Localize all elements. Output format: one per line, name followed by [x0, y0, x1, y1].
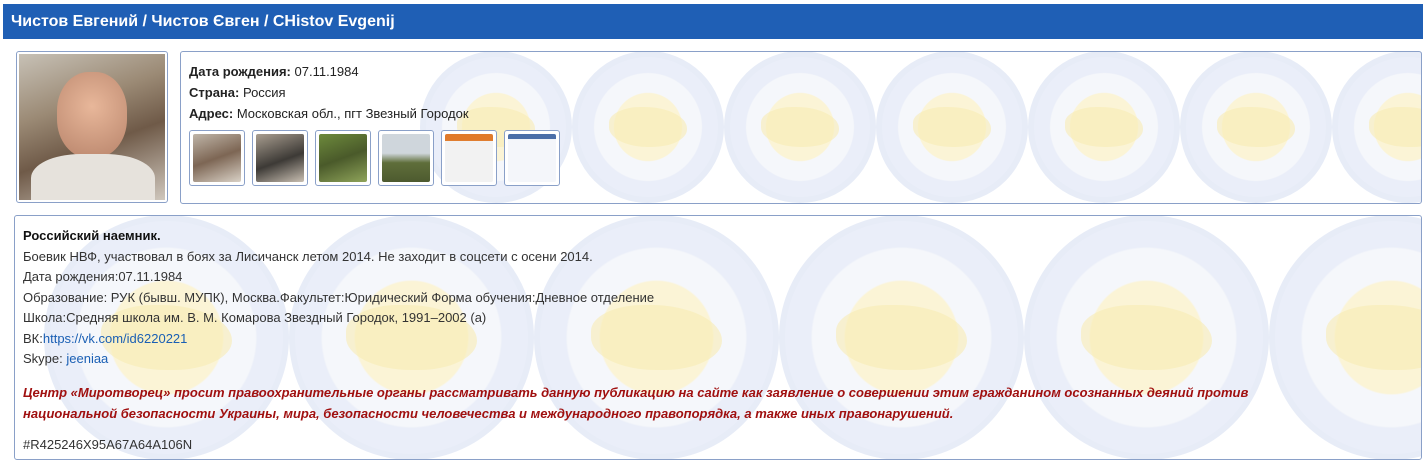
- country-label: Страна:: [189, 85, 240, 100]
- birth-label: Дата рождения:: [189, 64, 291, 79]
- description-title: Российский наемник.: [23, 228, 161, 243]
- thumbnail-2[interactable]: [252, 130, 308, 186]
- record-hash: #R425246X95A67A64A106N: [23, 436, 193, 452]
- thumbnail-6[interactable]: [504, 130, 560, 186]
- vk-link[interactable]: https://vk.com/id6220221: [43, 331, 188, 346]
- profile-photo[interactable]: [16, 51, 168, 203]
- description-panel: Российский наемник. Боевик НВФ, участвов…: [14, 215, 1422, 460]
- warning-text: Центр «Миротворец» просит правоохранител…: [23, 384, 1249, 421]
- vk-label: ВК:: [23, 330, 43, 346]
- profile-title: Чистов Евгений / Чистов Євген / CHistov …: [3, 4, 1423, 39]
- address-value: Московская обл., пгт Звезный Городок: [236, 106, 469, 121]
- country-value: Россия: [242, 85, 286, 100]
- description-line-1: Боевик НВФ, участвовал в боях за Лисичан…: [23, 248, 593, 264]
- info-lines: Дата рождения: 07.11.1984 Страна: Россия…: [189, 61, 469, 124]
- skype-label: Skype:: [23, 351, 67, 366]
- description-line-3: Образование: РУК (бывш. МУПК), Москва.Фа…: [23, 289, 655, 305]
- thumbnail-5[interactable]: [441, 130, 497, 186]
- address-label: Адрес:: [189, 106, 234, 121]
- skype-link[interactable]: jeeniaa: [66, 351, 108, 366]
- country-row: Страна: Россия: [189, 82, 469, 103]
- description-line-2: Дата рождения:07.11.1984: [23, 269, 183, 284]
- portrait-image: [19, 54, 165, 200]
- address-row: Адрес: Московская обл., пгт Звезный Горо…: [189, 103, 469, 124]
- thumbnail-3[interactable]: [315, 130, 371, 186]
- thumbnail-4[interactable]: [378, 130, 434, 186]
- skype-row: Skype: jeeniaa: [23, 349, 1343, 370]
- birth-row: Дата рождения: 07.11.1984: [189, 61, 469, 82]
- birth-value: 07.11.1984: [294, 64, 359, 79]
- profile-name: Чистов Евгений / Чистов Євген / CHistov …: [11, 12, 395, 30]
- thumbnail-1[interactable]: [189, 130, 245, 186]
- vk-row: ВК:https://vk.com/id6220221: [23, 329, 1343, 350]
- photo-thumbnails: [189, 130, 560, 186]
- info-panel: Дата рождения: 07.11.1984 Страна: Россия…: [180, 51, 1422, 204]
- description-text: Российский наемник. Боевик НВФ, участвов…: [23, 226, 1343, 455]
- face-shape: [57, 72, 127, 158]
- shirt-shape: [31, 154, 155, 200]
- description-line-4: Школа:Средняя школа им. В. М. Комарова З…: [23, 310, 487, 325]
